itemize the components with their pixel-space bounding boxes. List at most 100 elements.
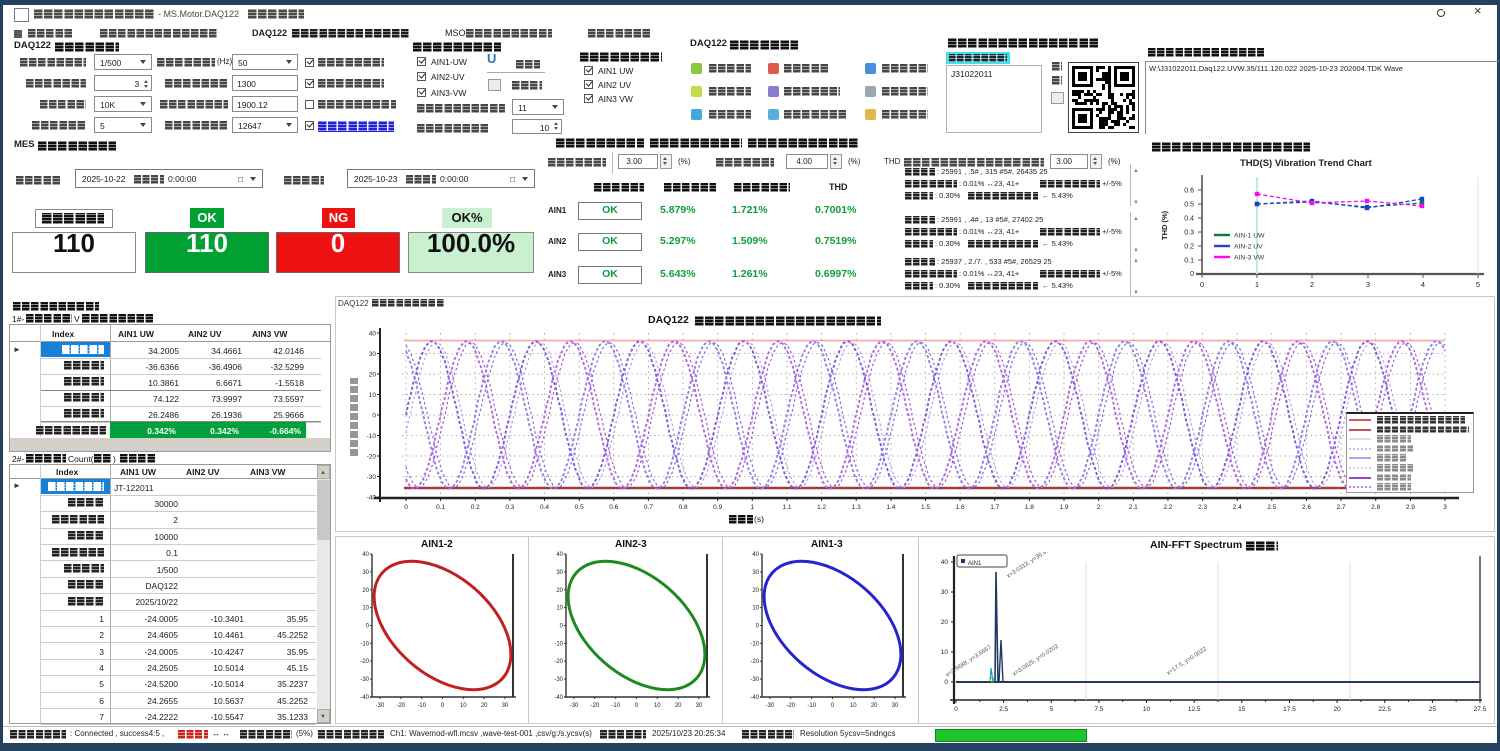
svg-text:0.5: 0.5 — [575, 504, 584, 511]
svg-text:0.6: 0.6 — [1184, 188, 1194, 195]
svg-text:-20: -20 — [367, 454, 377, 461]
svg-text:30: 30 — [892, 703, 899, 709]
svg-text:2: 2 — [1097, 504, 1101, 511]
svg-text:0.2: 0.2 — [471, 504, 480, 511]
svg-text:AIN-2 UV: AIN-2 UV — [1234, 244, 1263, 251]
svg-text:AIN-3 VW: AIN-3 VW — [1234, 255, 1265, 262]
svg-text:1.2: 1.2 — [817, 504, 826, 511]
svg-text:40: 40 — [369, 331, 377, 338]
svg-text:1.6: 1.6 — [956, 504, 965, 511]
svg-text:30: 30 — [362, 570, 369, 576]
svg-text:0: 0 — [944, 679, 948, 686]
svg-text:1.5: 1.5 — [921, 504, 930, 511]
svg-text:40: 40 — [556, 552, 563, 558]
svg-text:-30: -30 — [766, 703, 775, 709]
svg-text:1: 1 — [750, 504, 754, 511]
svg-text:0: 0 — [635, 703, 639, 709]
svg-text:10: 10 — [1143, 706, 1151, 713]
svg-text:x=3.0313, y=36.9995: x=3.0313, y=36.9995 — [1006, 552, 1057, 580]
svg-text:2.5: 2.5 — [999, 706, 1008, 713]
svg-text:0.9: 0.9 — [713, 504, 722, 511]
svg-text:5: 5 — [1476, 280, 1480, 289]
svg-text:-20: -20 — [590, 703, 599, 709]
svg-text:0.4: 0.4 — [1184, 216, 1194, 223]
svg-text:-30: -30 — [367, 474, 377, 481]
svg-text:10: 10 — [362, 606, 369, 612]
svg-text:10: 10 — [850, 703, 857, 709]
svg-text:40: 40 — [752, 552, 759, 558]
svg-text:1.3: 1.3 — [852, 504, 861, 511]
svg-text:10: 10 — [654, 703, 661, 709]
svg-text:30: 30 — [369, 351, 377, 358]
svg-text:12.5: 12.5 — [1188, 706, 1201, 713]
svg-text:20: 20 — [1333, 706, 1341, 713]
svg-text:1.7: 1.7 — [990, 504, 999, 511]
svg-text:0.1: 0.1 — [1184, 258, 1194, 265]
svg-text:4: 4 — [1421, 280, 1425, 289]
svg-text:20: 20 — [941, 619, 949, 626]
svg-text:2.9: 2.9 — [1406, 504, 1415, 511]
svg-text:2.2: 2.2 — [1163, 504, 1172, 511]
svg-text:-20: -20 — [750, 659, 759, 665]
svg-text:10: 10 — [752, 606, 759, 612]
svg-text:-10: -10 — [367, 433, 377, 440]
svg-text:-30: -30 — [750, 677, 759, 683]
svg-text:x=2.9688, y=3.6667: x=2.9688, y=3.6667 — [945, 644, 993, 678]
svg-text:0.6: 0.6 — [609, 504, 618, 511]
svg-text:2: 2 — [1310, 280, 1314, 289]
svg-text:0: 0 — [441, 703, 445, 709]
svg-text:7.5: 7.5 — [1094, 706, 1103, 713]
svg-text:-40: -40 — [554, 695, 563, 701]
svg-text:25: 25 — [1429, 706, 1437, 713]
svg-text:30: 30 — [752, 570, 759, 576]
svg-text:10: 10 — [941, 649, 949, 656]
svg-text:-20: -20 — [396, 703, 405, 709]
svg-text:27.5: 27.5 — [1474, 706, 1487, 713]
svg-text:-20: -20 — [554, 659, 563, 665]
svg-text:20: 20 — [481, 703, 488, 709]
svg-text:0: 0 — [1200, 280, 1204, 289]
svg-text:0: 0 — [831, 703, 835, 709]
svg-text:-10: -10 — [360, 641, 369, 647]
svg-text:-10: -10 — [807, 703, 816, 709]
svg-text:10: 10 — [556, 606, 563, 612]
svg-text:40: 40 — [362, 552, 369, 558]
svg-text:0: 0 — [954, 706, 958, 713]
svg-text:-40: -40 — [750, 695, 759, 701]
svg-text:0: 0 — [366, 624, 370, 630]
svg-text:x=17.5, y=0.0022: x=17.5, y=0.0022 — [1166, 646, 1209, 677]
svg-text:30: 30 — [556, 570, 563, 576]
svg-text:0.5: 0.5 — [1184, 202, 1194, 209]
svg-text:-30: -30 — [360, 677, 369, 683]
svg-text:3: 3 — [1366, 280, 1370, 289]
svg-text:-10: -10 — [417, 703, 426, 709]
svg-text:1.9: 1.9 — [1059, 504, 1068, 511]
svg-text:-10: -10 — [554, 641, 563, 647]
svg-text:-10: -10 — [611, 703, 620, 709]
svg-text:-20: -20 — [360, 659, 369, 665]
svg-text:22.5: 22.5 — [1378, 706, 1391, 713]
svg-text:2.1: 2.1 — [1129, 504, 1138, 511]
svg-text:20: 20 — [369, 372, 377, 379]
svg-text:AIN1: AIN1 — [968, 561, 982, 567]
svg-text:-30: -30 — [554, 677, 563, 683]
svg-text:-30: -30 — [570, 703, 579, 709]
svg-text:-30: -30 — [376, 703, 385, 709]
svg-text:x=3.0625, y=0.0202: x=3.0625, y=0.0202 — [1012, 643, 1060, 677]
svg-text:20: 20 — [362, 588, 369, 594]
svg-text:-10: -10 — [750, 641, 759, 647]
svg-text:0.8: 0.8 — [679, 504, 688, 511]
svg-text:0.3: 0.3 — [1184, 230, 1194, 237]
svg-text:15: 15 — [1238, 706, 1246, 713]
svg-text:3: 3 — [1443, 504, 1447, 511]
svg-text:2.8: 2.8 — [1371, 504, 1380, 511]
svg-text:2.5: 2.5 — [1267, 504, 1276, 511]
svg-text:1.4: 1.4 — [886, 504, 895, 511]
svg-text:30: 30 — [941, 589, 949, 596]
svg-text:20: 20 — [871, 703, 878, 709]
svg-text:1.8: 1.8 — [1025, 504, 1034, 511]
svg-text:2.6: 2.6 — [1302, 504, 1311, 511]
svg-text:2.3: 2.3 — [1198, 504, 1207, 511]
svg-text:0: 0 — [372, 413, 376, 420]
svg-text:10: 10 — [460, 703, 467, 709]
